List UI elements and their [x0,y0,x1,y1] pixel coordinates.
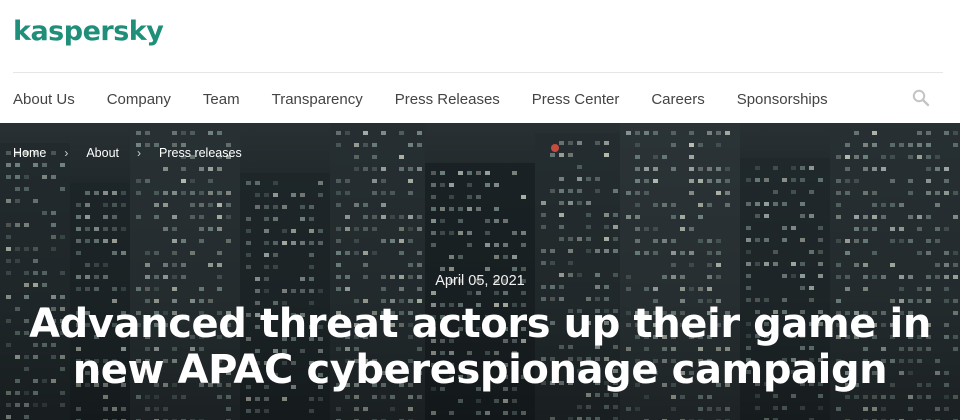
nav-item-transparency[interactable]: Transparency [272,91,363,108]
article-title-line-1: Advanced threat actors up their game in [29,301,931,347]
hero-banner: Home › About › Press releases April 05, … [0,123,960,420]
nav-item-about-us[interactable]: About Us [13,91,75,108]
kaspersky-logo[interactable]: kaspersky [13,16,164,47]
breadcrumb-home[interactable]: Home [13,146,46,160]
article-date: April 05, 2021 [435,273,525,289]
main-nav: About Us Company Team Transparency Press… [13,88,860,110]
breadcrumb-about[interactable]: About [86,146,119,160]
nav-item-sponsorships[interactable]: Sponsorships [737,91,828,108]
article-title-line-2: new APAC cyberespionage campaign [72,347,888,393]
nav-divider [13,72,943,73]
breadcrumb: Home › About › Press releases [13,146,242,160]
nav-item-team[interactable]: Team [203,91,240,108]
breadcrumb-separator-icon: › [137,146,142,160]
nav-item-press-center[interactable]: Press Center [532,91,620,108]
breadcrumb-separator-icon: › [64,146,69,160]
nav-item-careers[interactable]: Careers [651,91,704,108]
article-title: Advanced threat actors up their game in … [0,301,960,393]
search-icon[interactable] [912,89,930,107]
nav-item-company[interactable]: Company [107,91,171,108]
breadcrumb-press-releases[interactable]: Press releases [159,146,242,160]
nav-item-press-releases[interactable]: Press Releases [395,91,500,108]
